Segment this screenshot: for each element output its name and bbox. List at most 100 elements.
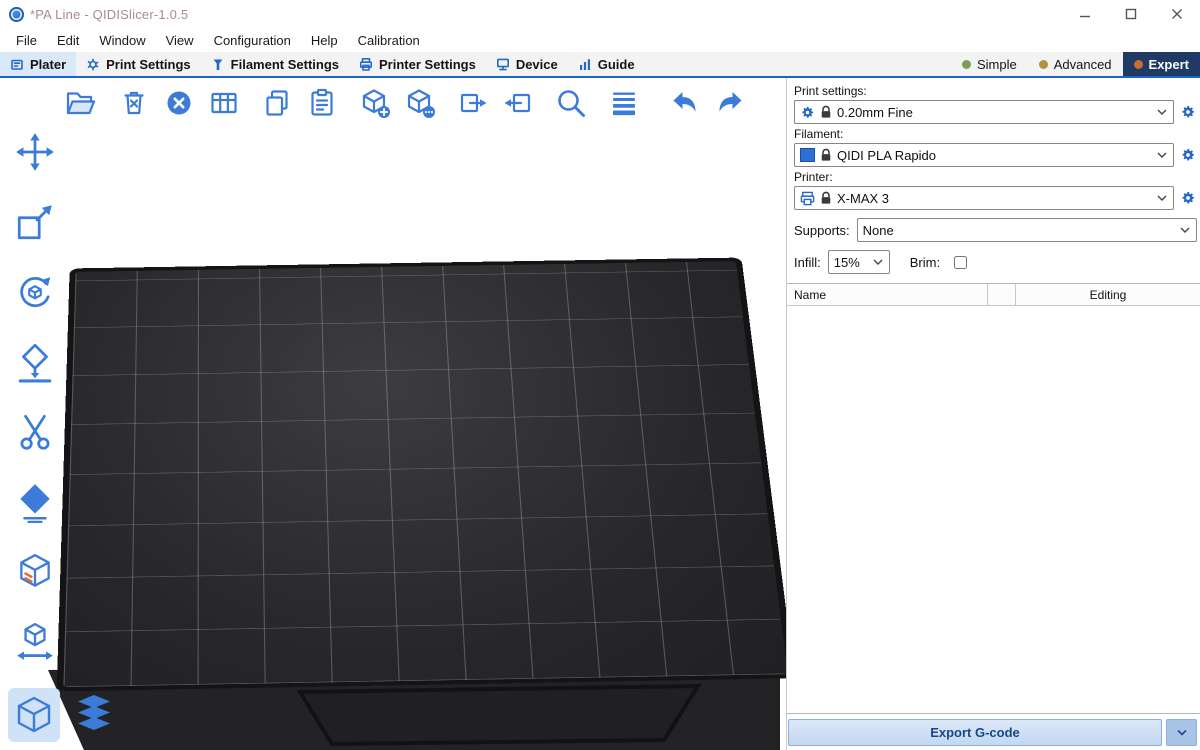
undo-button[interactable] (666, 84, 704, 122)
plater-icon (10, 57, 24, 72)
infill-combo[interactable]: 15% (828, 250, 890, 274)
export-gcode-button[interactable]: Export G-code (788, 719, 1162, 746)
window-controls (1062, 0, 1200, 28)
variable-layer-height-button[interactable] (605, 84, 643, 122)
tab-plater[interactable]: Plater (0, 52, 76, 76)
close-icon (1171, 8, 1183, 20)
arrange-button[interactable] (205, 84, 243, 122)
move-icon (14, 131, 56, 173)
rotate-icon (14, 271, 56, 313)
place-on-face-tool-button[interactable] (11, 340, 59, 384)
mode-advanced[interactable]: Advanced (1028, 52, 1123, 76)
supports-value: None (863, 223, 894, 238)
tab-filament-settings[interactable]: Filament Settings (201, 52, 349, 76)
object-list-body[interactable] (787, 306, 1200, 713)
3d-viewport[interactable] (0, 78, 786, 750)
rotate-tool-button[interactable] (11, 270, 59, 314)
top-toolbar (62, 84, 749, 122)
delete-button[interactable] (115, 84, 153, 122)
settings-sidebar: Print settings: 0.20mm Fine Filament: QI… (786, 78, 1200, 750)
menu-file[interactable]: File (6, 28, 47, 52)
open-project-button[interactable] (62, 84, 100, 122)
minimize-button[interactable] (1062, 0, 1108, 28)
lock-icon (820, 148, 832, 162)
tab-print-settings[interactable]: Print Settings (76, 52, 201, 76)
move-tool-button[interactable] (11, 130, 59, 174)
object-list-header: Name Editing (787, 284, 1200, 306)
menu-view[interactable]: View (156, 28, 204, 52)
preview-view-button[interactable] (68, 688, 120, 742)
maximize-button[interactable] (1108, 0, 1154, 28)
infill-label: Infill: (794, 255, 821, 270)
tab-device[interactable]: Device (486, 52, 568, 76)
print-settings-label: Print settings: (794, 84, 1197, 98)
filament-combo[interactable]: QIDI PLA Rapido (794, 143, 1174, 167)
measure-tool-button[interactable] (11, 620, 59, 664)
close-button[interactable] (1154, 0, 1200, 28)
open-folder-icon (65, 87, 97, 119)
filament-settings-icon (211, 57, 225, 72)
guide-icon (578, 57, 592, 72)
brim-checkbox[interactable] (954, 256, 967, 269)
supports-combo[interactable]: None (857, 218, 1197, 242)
measure-icon (14, 621, 56, 663)
menu-help[interactable]: Help (301, 28, 348, 52)
preview-layers-icon (72, 693, 116, 737)
mode-expert[interactable]: Expert (1123, 52, 1200, 76)
redo-button[interactable] (711, 84, 749, 122)
supports-label: Supports: (794, 223, 850, 238)
filament-label: Filament: (794, 127, 1197, 141)
seam-paint-tool-button[interactable] (11, 480, 59, 524)
infill-value: 15% (834, 255, 860, 270)
build-plate[interactable] (70, 263, 742, 683)
search-button[interactable] (552, 84, 590, 122)
simple-dot-icon (962, 60, 971, 69)
printer-gear-button[interactable] (1178, 190, 1197, 206)
filament-color-swatch (800, 148, 815, 162)
paste-button[interactable] (303, 84, 341, 122)
export-row: Export G-code (787, 714, 1200, 750)
paste-icon (306, 87, 338, 119)
menu-configuration[interactable]: Configuration (204, 28, 301, 52)
redo-icon (713, 87, 747, 119)
export-options-button[interactable] (1166, 719, 1197, 746)
window-title: *PA Line - QIDISlicer-1.0.5 (30, 7, 188, 22)
add-instance-button[interactable] (356, 84, 394, 122)
object-list[interactable]: Name Editing (787, 283, 1200, 714)
menu-window[interactable]: Window (89, 28, 155, 52)
copy-icon (261, 87, 293, 119)
mode-simple[interactable]: Simple (951, 52, 1028, 76)
menu-edit[interactable]: Edit (47, 28, 89, 52)
menu-calibration[interactable]: Calibration (348, 28, 430, 52)
delete-all-button[interactable] (160, 84, 198, 122)
left-toolbar (6, 130, 64, 664)
printer-combo[interactable]: X-MAX 3 (794, 186, 1174, 210)
editor-view-button[interactable] (8, 688, 60, 742)
seam-paint-icon (14, 481, 56, 523)
print-settings-combo[interactable]: 0.20mm Fine (794, 100, 1174, 124)
tab-guide[interactable]: Guide (568, 52, 645, 76)
chevron-down-icon (1177, 729, 1187, 736)
split-to-objects-button[interactable] (454, 84, 492, 122)
arrange-icon (208, 87, 240, 119)
build-plate-grid (57, 258, 786, 692)
filament-gear-button[interactable] (1178, 147, 1197, 163)
split-to-parts-icon (502, 87, 534, 119)
split-to-parts-button[interactable] (499, 84, 537, 122)
profile-gear-icon (800, 105, 815, 120)
print-settings-gear-button[interactable] (1178, 104, 1197, 120)
printer-settings-icon (359, 57, 373, 72)
cut-icon (14, 411, 56, 453)
chevron-down-icon (1157, 152, 1167, 158)
paint-supports-tool-button[interactable] (11, 550, 59, 594)
search-icon (555, 87, 587, 119)
set-instances-icon (404, 87, 436, 119)
minimize-icon (1079, 8, 1091, 20)
set-instances-button[interactable] (401, 84, 439, 122)
mode-switcher: Simple Advanced Expert (951, 52, 1200, 76)
scale-tool-button[interactable] (11, 200, 59, 244)
copy-button[interactable] (258, 84, 296, 122)
place-on-face-icon (14, 341, 56, 383)
tab-printer-settings[interactable]: Printer Settings (349, 52, 486, 76)
cut-tool-button[interactable] (11, 410, 59, 454)
